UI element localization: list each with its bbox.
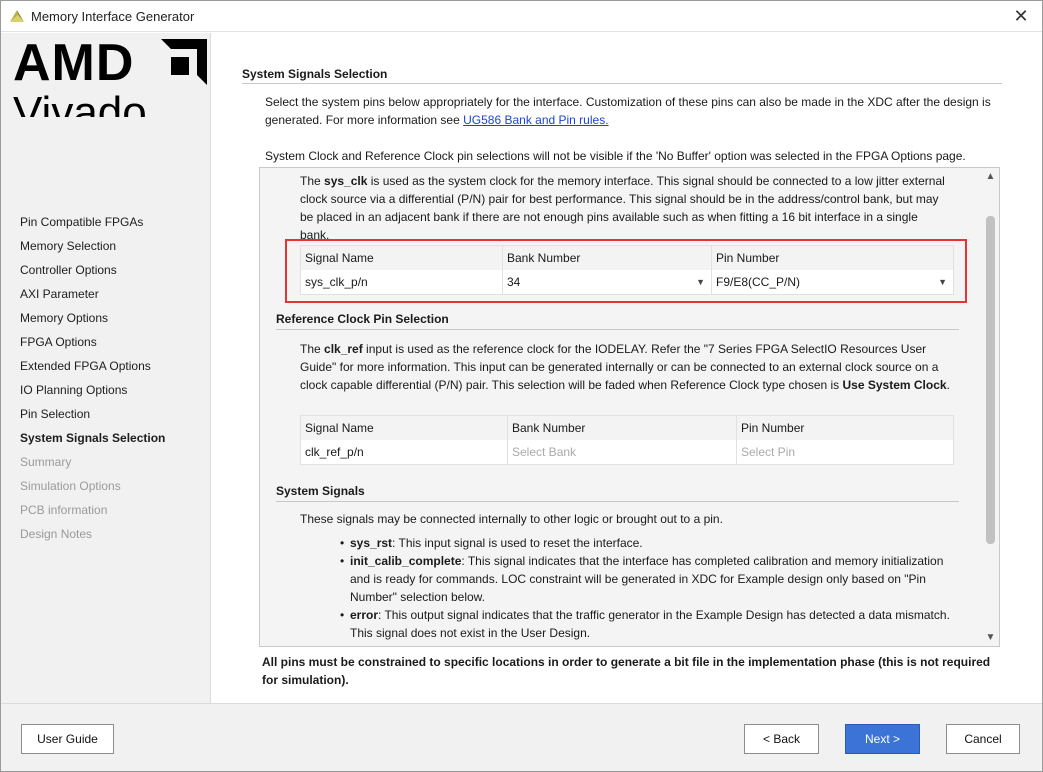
wizard-steps: Pin Compatible FPGAs Memory Selection Cont… bbox=[20, 213, 165, 549]
vivado-app-icon bbox=[10, 10, 24, 22]
vertical-scrollbar[interactable]: ▲ ▼ bbox=[982, 168, 999, 646]
divider bbox=[276, 329, 959, 330]
title-bar: Memory Interface Generator ✕ bbox=[1, 1, 1042, 32]
sidebar-step: Design Notes bbox=[20, 527, 93, 541]
amd-vivado-logo: AMD Vivado bbox=[13, 37, 213, 117]
system-signals-list: sys_rst: This input signal is used to re… bbox=[340, 534, 960, 642]
page-title: System Signals Selection bbox=[242, 67, 388, 81]
sidebar-step: PCB information bbox=[20, 503, 108, 517]
amd-logo-text: AMD bbox=[13, 37, 135, 92]
ref-clk-description: The clk_ref input is used as the referen… bbox=[300, 342, 950, 392]
mig-dialog-window: Memory Interface Generator ✕ AMD Vivado … bbox=[0, 0, 1043, 772]
ref-clk-section-title: Reference Clock Pin Selection bbox=[276, 312, 449, 326]
intro-text: Select the system pins below appropriate… bbox=[265, 95, 991, 127]
window-title: Memory Interface Generator bbox=[31, 9, 195, 24]
sidebar-step[interactable]: Pin Compatible FPGAs bbox=[20, 213, 165, 237]
sidebar-step[interactable]: Memory Options bbox=[20, 309, 165, 333]
annotation-highlight-box bbox=[285, 239, 967, 303]
column-header: Pin Number bbox=[741, 421, 805, 435]
ref-clk-signal-name: clk_ref_p/n bbox=[301, 440, 508, 464]
back-button[interactable]: < Back bbox=[744, 724, 819, 754]
amd-arrow-icon bbox=[161, 39, 207, 85]
ug586-link[interactable]: UG586 Bank and Pin rules. bbox=[463, 113, 608, 127]
column-header: Bank Number bbox=[508, 416, 737, 440]
user-guide-button[interactable]: User Guide bbox=[21, 724, 114, 754]
ref-clk-bank-select[interactable]: Select Bank bbox=[508, 440, 737, 464]
ref-clk-table: Signal Name Bank Number Pin Number clk_r… bbox=[300, 415, 954, 465]
constraint-note: All pins must be constrained to specific… bbox=[262, 655, 991, 687]
no-buffer-note: System Clock and Reference Clock pin sel… bbox=[265, 149, 966, 163]
system-signals-description: These signals may be connected internall… bbox=[300, 512, 723, 526]
sidebar-step[interactable]: Controller Options bbox=[20, 261, 165, 285]
table-header: Signal Name Bank Number Pin Number bbox=[301, 416, 953, 440]
close-icon[interactable]: ✕ bbox=[1010, 5, 1032, 27]
sidebar-step: Simulation Options bbox=[20, 479, 121, 493]
sidebar: AMD Vivado Pin Compatible FPGAs Memory Se… bbox=[1, 33, 211, 703]
main-content: System Signals Selection Select the syst… bbox=[212, 33, 1042, 703]
column-header: Signal Name bbox=[301, 416, 508, 440]
scrollbar-thumb[interactable] bbox=[986, 216, 995, 544]
ref-clk-pin-select[interactable]: Select Pin bbox=[737, 440, 953, 464]
sidebar-step: Summary bbox=[20, 455, 72, 469]
sidebar-step[interactable]: IO Planning Options bbox=[20, 381, 165, 405]
sidebar-step[interactable]: System Signals Selection bbox=[20, 429, 165, 453]
sidebar-step[interactable]: Memory Selection bbox=[20, 237, 165, 261]
divider bbox=[276, 501, 959, 502]
list-item: error: This output signal indicates that… bbox=[340, 606, 960, 642]
scroll-down-icon[interactable]: ▼ bbox=[982, 629, 999, 646]
system-signals-title: System Signals bbox=[276, 484, 365, 498]
vivado-logo-text: Vivado bbox=[13, 88, 147, 118]
list-item: init_calib_complete: This signal indicat… bbox=[340, 552, 960, 606]
sys-clk-description: The sys_clk is used as the system clock … bbox=[300, 174, 945, 242]
divider bbox=[242, 83, 1002, 84]
list-item: sys_rst: This input signal is used to re… bbox=[340, 534, 960, 552]
sidebar-step[interactable]: Pin Selection bbox=[20, 405, 165, 429]
button-bar: User Guide < Back Next > Cancel bbox=[1, 703, 1042, 771]
next-button[interactable]: Next > bbox=[845, 724, 920, 754]
sidebar-step[interactable]: Extended FPGA Options bbox=[20, 357, 165, 381]
table-row: clk_ref_p/n Select Bank Select Pin bbox=[301, 440, 953, 464]
scroll-up-icon[interactable]: ▲ bbox=[982, 168, 999, 185]
cancel-button[interactable]: Cancel bbox=[946, 724, 1020, 754]
sidebar-step[interactable]: FPGA Options bbox=[20, 333, 165, 357]
sidebar-step[interactable]: AXI Parameter bbox=[20, 285, 165, 309]
